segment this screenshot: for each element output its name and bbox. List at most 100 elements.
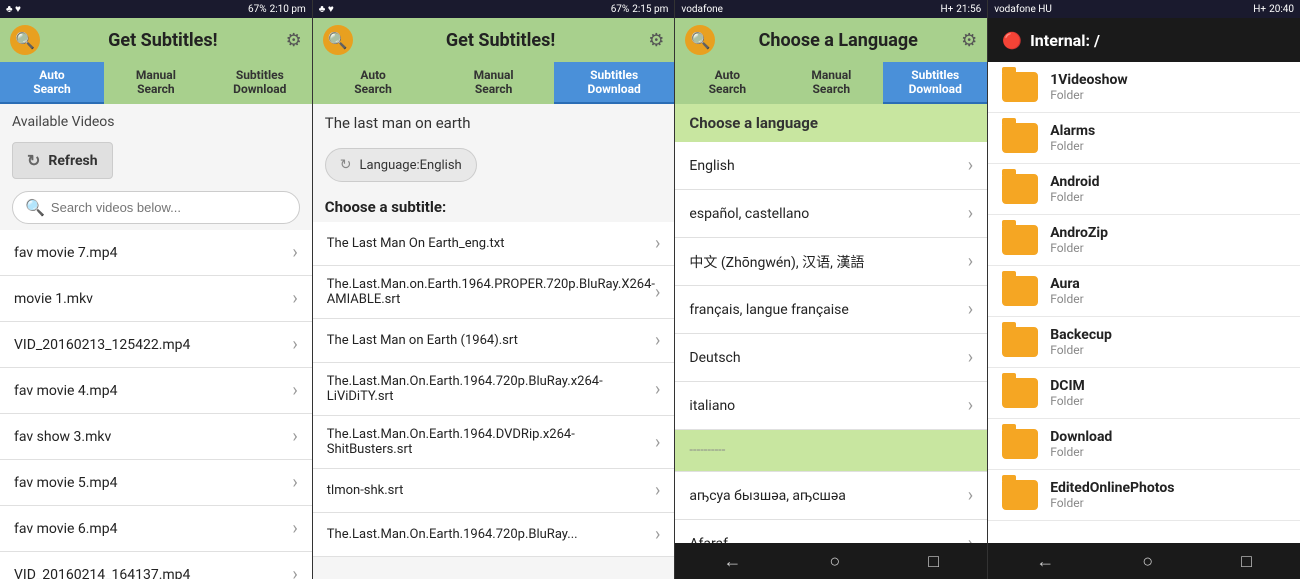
chevron-icon-2: › <box>292 288 297 309</box>
folder-icon-1videoshow <box>1002 72 1038 102</box>
subtitle-item-3[interactable]: The Last Man on Earth (1964).srt › <box>313 319 675 363</box>
tab-manual-search-1[interactable]: ManualSearch <box>104 62 208 104</box>
language-icon: ↻ <box>340 157 352 173</box>
lang-item-italian[interactable]: italiano › <box>675 382 987 430</box>
tab-auto-search-1[interactable]: AutoSearch <box>0 62 104 104</box>
video-item-7[interactable]: fav movie 6.mp4 › <box>0 506 312 552</box>
tab-manual-search-3[interactable]: ManualSearch <box>779 62 883 104</box>
app-logo-2: 🔍 <box>323 25 353 55</box>
lang-name-chinese: 中文 (Zhōngwén), 汉语, 漢語 <box>689 252 864 272</box>
movie-title: The last man on earth <box>313 104 675 142</box>
folder-type-backecup: Folder <box>1050 343 1112 357</box>
lang-item-chinese[interactable]: 中文 (Zhōngwén), 汉语, 漢語 › <box>675 238 987 286</box>
status-right-4: H+ 20:40 <box>1253 4 1294 15</box>
tab-auto-search-3[interactable]: AutoSearch <box>675 62 779 104</box>
language-list: English › español, castellano › 中文 (Zhōn… <box>675 142 987 543</box>
carrier-3: vodafone <box>681 4 723 15</box>
folder-icon-aura <box>1002 276 1038 306</box>
folder-item-android[interactable]: Android Folder <box>988 164 1300 215</box>
status-right-3: H+ 21:56 <box>940 4 981 15</box>
refresh-button-1[interactable]: ↻ Refresh <box>12 142 113 179</box>
subtitle-item-4[interactable]: The.Last.Man.On.Earth.1964.720p.BluRay.x… <box>313 363 675 416</box>
back-button-3[interactable]: ← <box>713 547 751 576</box>
subtitle-item-7[interactable]: The.Last.Man.On.Earth.1964.720p.BluRay..… <box>313 513 675 557</box>
video-item-3[interactable]: VID_20160213_125422.mp4 › <box>0 322 312 368</box>
folder-item-backecup[interactable]: Backecup Folder <box>988 317 1300 368</box>
screen2: ♣ ♥ 67% 2:15 pm 🔍 Get Subtitles! ⚙ AutoS… <box>313 0 676 579</box>
recent-button-3[interactable]: □ <box>918 547 949 576</box>
lang-name-english: English <box>689 158 734 174</box>
tab-subtitles-download-1[interactable]: SubtitlesDownload <box>208 62 312 104</box>
lang-item-french[interactable]: français, langue française › <box>675 286 987 334</box>
folder-item-editedonlinephotos[interactable]: EditedOnlinePhotos Folder <box>988 470 1300 521</box>
status-right-1: 67% 2:10 pm <box>248 4 306 15</box>
lang-item-spanish[interactable]: español, castellano › <box>675 190 987 238</box>
lang-item-german[interactable]: Deutsch › <box>675 334 987 382</box>
home-button-4[interactable]: ○ <box>1132 547 1163 576</box>
subtitle-name-4: The.Last.Man.On.Earth.1964.720p.BluRay.x… <box>327 374 655 404</box>
refresh-label-1: Refresh <box>48 153 97 169</box>
file-info-androzip: AndroZip Folder <box>1050 225 1108 255</box>
video-item-2[interactable]: movie 1.mkv › <box>0 276 312 322</box>
search-box-1[interactable]: 🔍 <box>12 191 300 224</box>
subtitle-chevron-2: › <box>655 282 660 303</box>
app-title-2: Get Subtitles! <box>353 30 649 51</box>
video-item-5[interactable]: fav show 3.mkv › <box>0 414 312 460</box>
subtitle-name-7: The.Last.Man.On.Earth.1964.720p.BluRay..… <box>327 527 578 542</box>
lang-item-afar[interactable]: Afaraf › <box>675 520 987 543</box>
tabs-1: AutoSearch ManualSearch SubtitlesDownloa… <box>0 62 312 104</box>
file-header: 🔴 Internal: / <box>988 18 1300 62</box>
subtitle-item-5[interactable]: The.Last.Man.On.Earth.1964.DVDRip.x264-S… <box>313 416 675 469</box>
subtitle-chevron-1: › <box>655 233 660 254</box>
settings-icon-2[interactable]: ⚙ <box>648 30 664 51</box>
folder-item-download[interactable]: Download Folder <box>988 419 1300 470</box>
subtitle-item-2[interactable]: The.Last.Man.on.Earth.1964.PROPER.720p.B… <box>313 266 675 319</box>
file-info-download: Download Folder <box>1050 429 1112 459</box>
folder-name-android: Android <box>1050 174 1099 190</box>
lang-item-abkhazian[interactable]: аҧсуа бызшәа, аҧсшәа › <box>675 472 987 520</box>
back-button-4[interactable]: ← <box>1026 547 1064 576</box>
folder-item-androzip[interactable]: AndroZip Folder <box>988 215 1300 266</box>
lang-chevron-italian: › <box>968 395 973 416</box>
subtitle-chevron-5: › <box>655 432 660 453</box>
settings-icon-3[interactable]: ⚙ <box>961 30 977 51</box>
folder-name-backecup: Backecup <box>1050 327 1112 343</box>
folder-item-alarms[interactable]: Alarms Folder <box>988 113 1300 164</box>
signal-icon-1: ♣ ♥ <box>6 4 21 15</box>
folder-type-alarms: Folder <box>1050 139 1095 153</box>
recent-button-4[interactable]: □ <box>1231 547 1262 576</box>
video-item-6[interactable]: fav movie 5.mp4 › <box>0 460 312 506</box>
tab-manual-search-2[interactable]: ManualSearch <box>433 62 554 104</box>
subtitle-item-6[interactable]: tlmon-shk.srt › <box>313 469 675 513</box>
video-item-1[interactable]: fav movie 7.mp4 › <box>0 230 312 276</box>
subtitle-item-1[interactable]: The Last Man On Earth_eng.txt › <box>313 222 675 266</box>
folder-item-dcim[interactable]: DCIM Folder <box>988 368 1300 419</box>
status-bar-2: ♣ ♥ 67% 2:15 pm <box>313 0 675 18</box>
tab-subtitles-download-2[interactable]: SubtitlesDownload <box>554 62 675 104</box>
home-button-3[interactable]: ○ <box>819 547 850 576</box>
folder-item-aura[interactable]: Aura Folder <box>988 266 1300 317</box>
video-item-4[interactable]: fav movie 4.mp4 › <box>0 368 312 414</box>
folder-item-1videoshow[interactable]: 1Videoshow Folder <box>988 62 1300 113</box>
battery-3: H+ <box>940 4 953 15</box>
tab-auto-search-2[interactable]: AutoSearch <box>313 62 434 104</box>
video-name-5: fav show 3.mkv <box>14 429 111 445</box>
tab-subtitles-download-3[interactable]: SubtitlesDownload <box>883 62 987 104</box>
settings-icon-1[interactable]: ⚙ <box>286 30 302 51</box>
search-input-1[interactable] <box>51 200 287 215</box>
time-3: 21:56 <box>956 4 981 15</box>
battery-4: H+ <box>1253 4 1266 15</box>
video-name-8: VID_20160214_164137.mp4 <box>14 567 190 579</box>
tabs-2: AutoSearch ManualSearch SubtitlesDownloa… <box>313 62 675 104</box>
app-header-3: 🔍 Choose a Language ⚙ <box>675 18 987 62</box>
subtitle-name-2: The.Last.Man.on.Earth.1964.PROPER.720p.B… <box>327 277 655 307</box>
folder-icon-androzip <box>1002 225 1038 255</box>
folder-type-download: Folder <box>1050 445 1112 459</box>
language-button[interactable]: ↻ Language:English <box>325 148 477 182</box>
lang-chevron-afar: › <box>968 533 973 543</box>
subtitle-list: The Last Man On Earth_eng.txt › The.Last… <box>313 222 675 579</box>
video-item-8[interactable]: VID_20160214_164137.mp4 › <box>0 552 312 579</box>
video-list-1: fav movie 7.mp4 › movie 1.mkv › VID_2016… <box>0 230 312 579</box>
tabs-3: AutoSearch ManualSearch SubtitlesDownloa… <box>675 62 987 104</box>
lang-item-english[interactable]: English › <box>675 142 987 190</box>
